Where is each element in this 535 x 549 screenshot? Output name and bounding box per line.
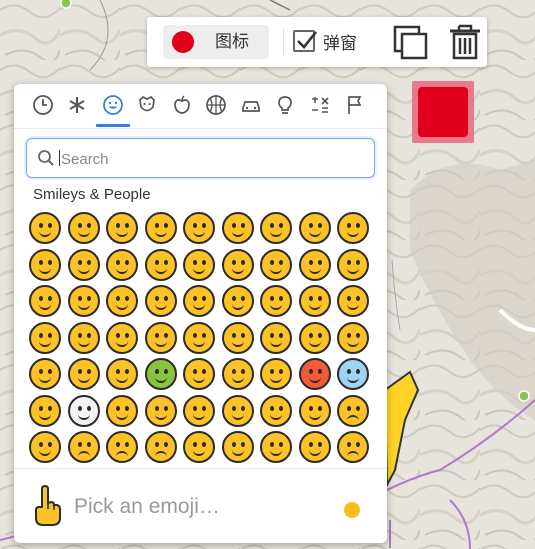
emoji-item[interactable] [298,248,331,281]
activity-icon[interactable] [205,94,227,116]
emoji-item[interactable] [337,394,369,427]
popup-checkbox[interactable] [293,30,318,52]
recent-icon[interactable] [32,94,54,116]
emoji-item[interactable] [221,394,254,427]
emoji-item[interactable] [337,431,369,463]
emoji-item[interactable] [221,358,254,390]
food-drink-icon[interactable] [171,94,193,116]
emoji-item[interactable] [221,321,254,354]
emoji-item[interactable] [67,212,100,244]
emoji-item[interactable] [298,212,331,244]
travel-places-icon[interactable] [240,94,262,116]
active-category-indicator [96,124,130,127]
checkmark-icon [297,31,318,49]
section-title: Smileys & People [33,186,151,203]
emoji-item[interactable] [144,248,177,281]
icon-selector[interactable]: 图标 [163,25,269,59]
pointing-hand-icon [35,485,61,526]
emoji-item[interactable] [183,358,215,390]
emoji-item[interactable] [221,285,254,317]
emoji-item[interactable] [298,394,331,427]
trash-icon [450,24,480,60]
emoji-grid [29,210,379,470]
emoji-picker: Smileys & People Pick an emoji… [14,84,387,543]
emoji-item[interactable] [144,321,177,354]
emoji-item[interactable] [183,321,215,354]
emoji-item[interactable] [67,394,100,427]
objects-icon[interactable] [274,94,296,116]
emoji-item[interactable] [29,394,61,427]
animals-nature-icon[interactable] [136,94,158,116]
preview-text: Pick an emoji… [74,495,220,518]
emoji-item[interactable] [183,248,215,281]
emoji-item[interactable] [106,248,138,281]
emoji-item[interactable] [29,431,61,463]
emoji-item[interactable] [106,212,138,244]
emoji-item[interactable] [106,394,138,427]
emoji-item[interactable] [298,285,331,317]
emoji-item[interactable] [298,321,331,354]
emoji-item[interactable] [183,212,215,244]
emoji-item[interactable] [67,321,100,354]
emoji-item[interactable] [183,431,215,463]
emoji-item[interactable] [67,285,100,317]
emoji-item[interactable] [260,321,292,354]
emoji-item[interactable] [106,321,138,354]
emoji-item[interactable] [183,394,215,427]
emoji-item[interactable] [67,431,100,463]
emoji-item[interactable] [144,285,177,317]
emoji-item[interactable] [260,248,292,281]
emoji-item[interactable] [337,285,369,317]
custom-icon[interactable] [66,94,88,116]
emoji-item[interactable] [144,431,177,463]
preview-bar: Pick an emoji… [14,468,387,543]
emoji-item[interactable] [298,431,331,463]
emoji-item[interactable] [260,394,292,427]
delete-button[interactable] [445,21,485,61]
emoji-item[interactable] [221,431,254,463]
emoji-item[interactable] [260,212,292,244]
icon-label: 图标 [215,32,249,52]
emoji-item[interactable] [337,212,369,244]
symbols-icon[interactable] [309,94,331,116]
emoji-item[interactable] [144,394,177,427]
emoji-item[interactable] [29,285,61,317]
copy-icon [393,25,428,60]
emoji-item[interactable] [337,358,369,390]
emoji-item[interactable] [29,212,61,244]
category-bar [14,84,387,129]
emoji-item[interactable] [106,285,138,317]
emoji-item[interactable] [221,212,254,244]
toolbar-divider [283,29,284,55]
emoji-item[interactable] [298,358,331,390]
emoji-item[interactable] [67,248,100,281]
emoji-item[interactable] [29,358,61,390]
emoji-item[interactable] [221,248,254,281]
emoji-item[interactable] [260,285,292,317]
emoji-item[interactable] [337,321,369,354]
emoji-item[interactable] [67,358,100,390]
flags-icon[interactable] [344,94,366,116]
marker-toolbar: 图标 弹窗 [147,17,487,67]
search-input[interactable] [59,147,363,171]
search-icon [38,150,54,166]
emoji-item[interactable] [144,358,177,390]
emoji-item[interactable] [337,248,369,281]
smileys-people-icon[interactable] [102,94,124,116]
emoji-item[interactable] [183,285,215,317]
emoji-item[interactable] [260,358,292,390]
emoji-item[interactable] [106,431,138,463]
emoji-item[interactable] [260,431,292,463]
emoji-item[interactable] [29,321,61,354]
emoji-search [26,138,375,178]
emoji-item[interactable] [29,248,61,281]
marker-color-swatch [172,31,194,53]
marker-fill [418,87,468,137]
popup-label: 弹窗 [323,34,357,54]
emoji-item[interactable] [106,358,138,390]
selected-marker[interactable] [412,81,474,143]
emoji-item[interactable] [144,212,177,244]
skin-tone-selector[interactable] [344,502,360,518]
copy-button[interactable] [391,23,431,63]
